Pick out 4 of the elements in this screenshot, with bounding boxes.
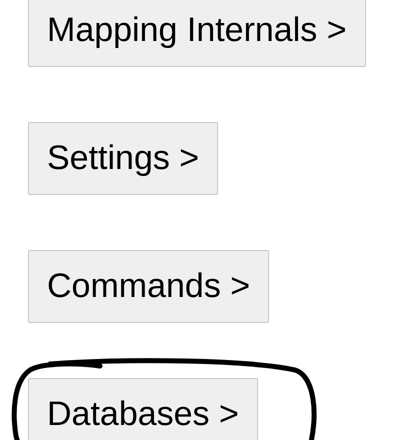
menu-button[interactable]: Commands > (28, 250, 270, 323)
menu-button[interactable]: Settings > (28, 122, 218, 195)
menu-button[interactable]: Databases > (28, 378, 258, 440)
menu-button[interactable]: Mapping Internals > (28, 0, 366, 67)
